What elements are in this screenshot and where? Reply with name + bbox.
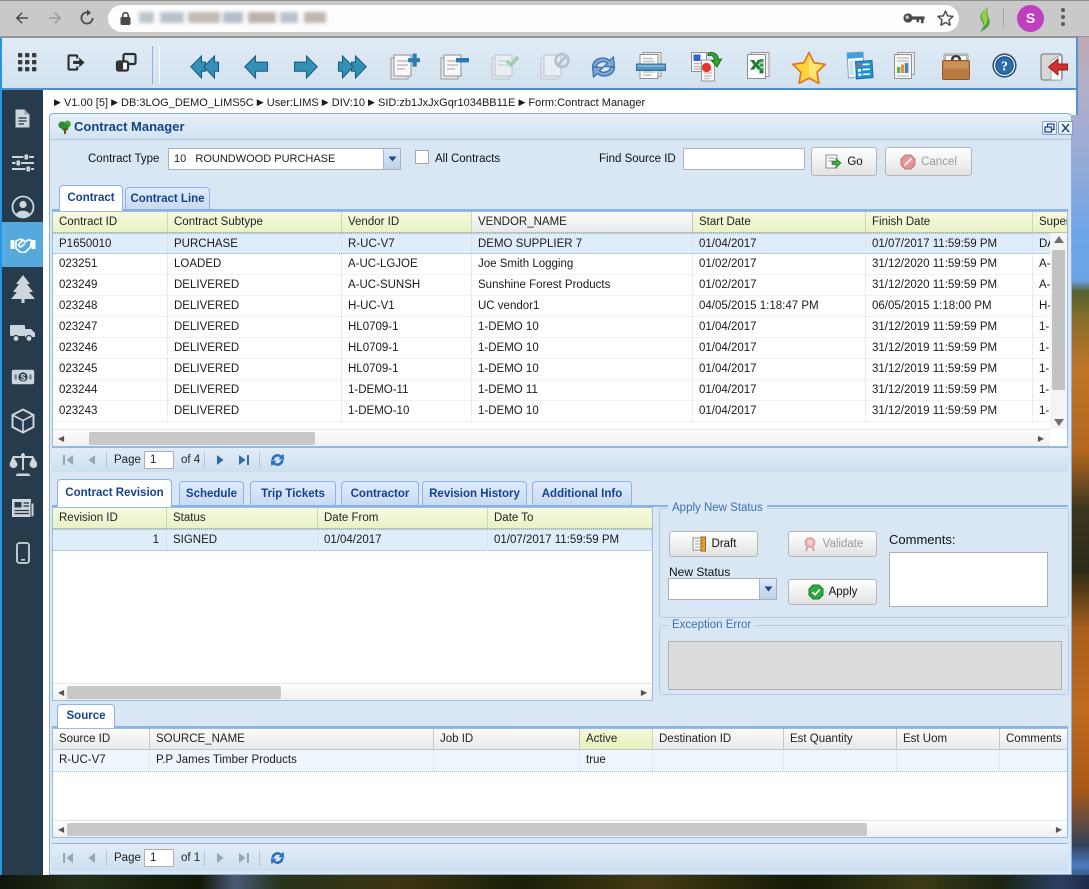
svg-text:?: ? xyxy=(1001,58,1008,73)
svg-text:$: $ xyxy=(20,372,26,383)
